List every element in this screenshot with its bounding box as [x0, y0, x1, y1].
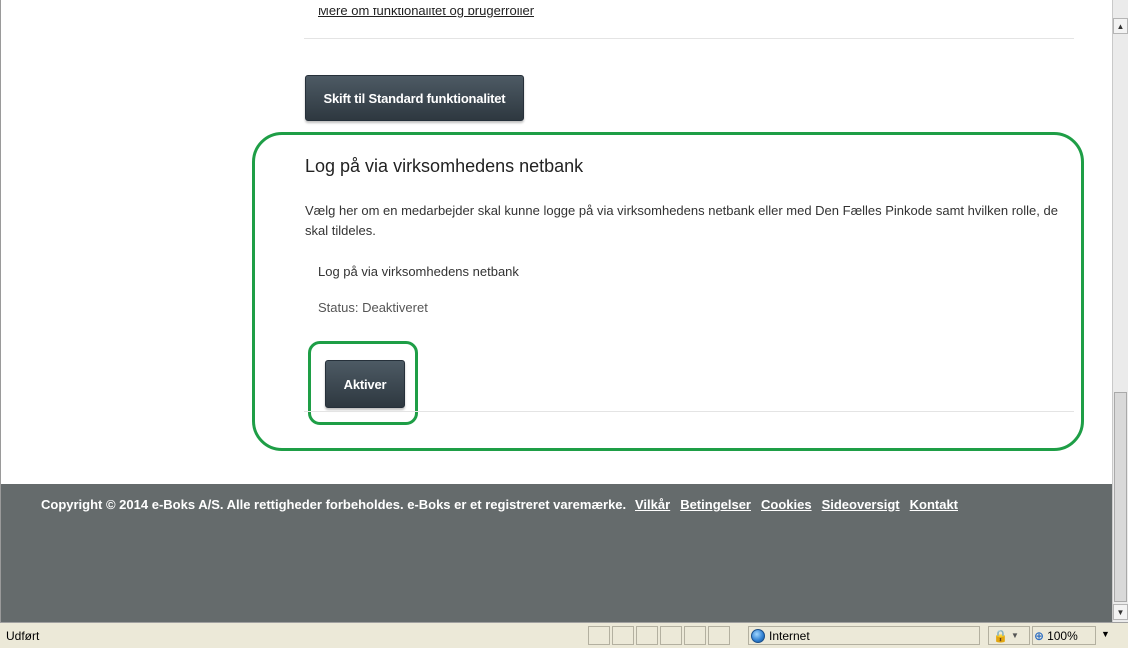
activate-button[interactable]: Aktiver	[325, 360, 405, 408]
status-panel	[588, 626, 610, 645]
zoom-control[interactable]: ⊕ 100%	[1034, 626, 1078, 645]
zone-indicator: Internet	[751, 626, 810, 645]
globe-icon	[751, 628, 765, 643]
section-title: Log på via virksomhedens netbank	[305, 156, 584, 176]
chevron-down-icon[interactable]: ▼	[1101, 629, 1110, 639]
lock-icon: 🔒	[993, 628, 1008, 643]
status-text: Status: Deaktiveret	[318, 300, 428, 315]
switch-to-standard-button[interactable]: Skift til Standard funktionalitet	[305, 75, 524, 121]
chevron-down-icon: ▼	[1010, 631, 1019, 640]
zoom-level: 100%	[1047, 628, 1078, 643]
status-panel	[708, 626, 730, 645]
status-text-left: Udført	[6, 629, 40, 643]
footer-link-sideoversigt[interactable]: Sideoversigt	[822, 497, 900, 512]
vertical-scrollbar[interactable]: ▲ ▼	[1112, 0, 1128, 622]
scrollbar-thumb[interactable]	[1114, 392, 1127, 602]
netbank-option-label: Log på via virksomhedens netbank	[318, 264, 519, 279]
scroll-down-arrow-icon[interactable]: ▼	[1113, 604, 1128, 620]
browser-status-bar: Udført Internet 🔒 ▼ ⊕ 100% ▼	[0, 622, 1128, 648]
scroll-up-arrow-icon[interactable]: ▲	[1113, 18, 1128, 34]
footer-link-vilkaar[interactable]: Vilkår	[635, 497, 670, 512]
page-viewport: Mere om funktionalitet og brugerroller S…	[0, 0, 1113, 622]
footer-link-kontakt[interactable]: Kontakt	[910, 497, 958, 512]
footer-link-betingelser[interactable]: Betingelser	[680, 497, 751, 512]
copyright-text: Copyright © 2014 e-Boks A/S. Alle rettig…	[41, 497, 627, 512]
divider	[304, 411, 1074, 412]
divider	[304, 38, 1074, 39]
status-panel	[612, 626, 634, 645]
footer: Copyright © 2014 e-Boks A/S. Alle rettig…	[1, 484, 1113, 622]
protected-mode-indicator[interactable]: 🔒 ▼	[993, 626, 1019, 645]
zone-label: Internet	[769, 628, 810, 643]
status-panel	[636, 626, 658, 645]
status-panel	[684, 626, 706, 645]
status-panel	[660, 626, 682, 645]
footer-links: Vilkår Betingelser Cookies Sideoversigt …	[635, 497, 958, 512]
section-description: Vælg her om en medarbejder skal kunne lo…	[305, 203, 1058, 238]
footer-link-cookies[interactable]: Cookies	[761, 497, 812, 512]
magnifier-icon: ⊕	[1034, 628, 1045, 643]
more-about-functionality-link[interactable]: Mere om funktionalitet og brugerroller	[318, 8, 534, 18]
